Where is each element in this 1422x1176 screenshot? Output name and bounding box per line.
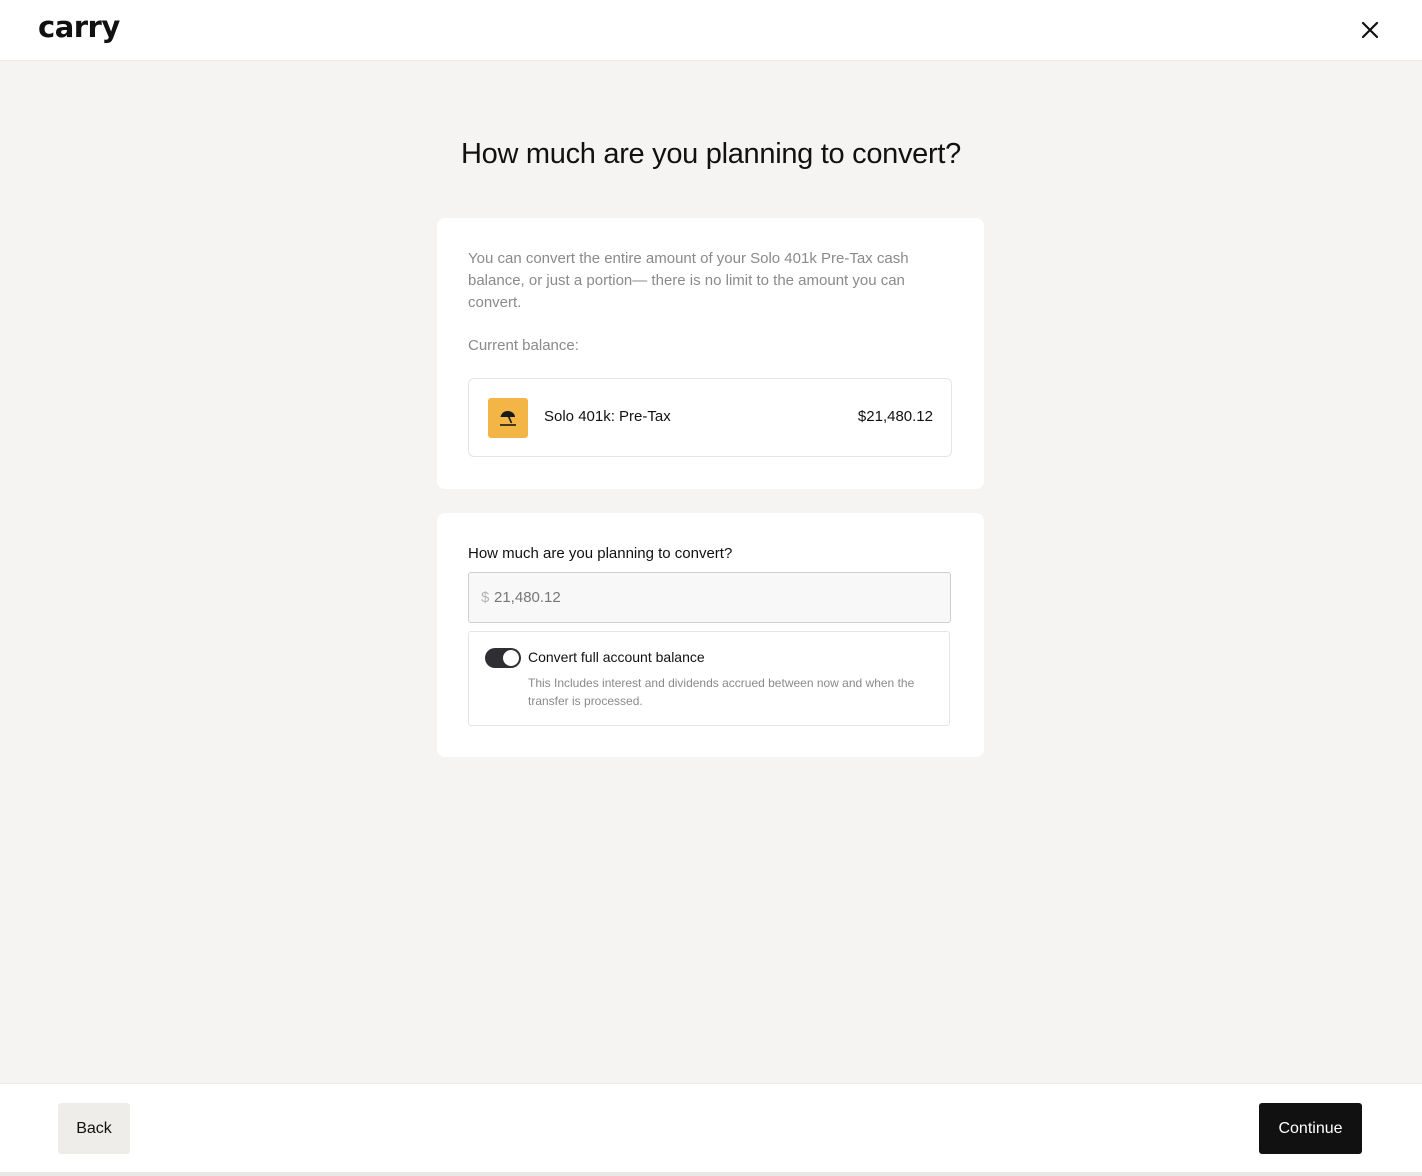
account-name: Solo 401k: Pre-Tax xyxy=(544,408,671,425)
full-balance-toggle-label[interactable]: Convert full account balance xyxy=(528,649,705,665)
convert-amount-field[interactable]: $ xyxy=(468,572,951,623)
full-balance-option: Convert full account balance This Includ… xyxy=(468,631,950,726)
current-balance-label: Current balance: xyxy=(468,337,579,354)
footer-bar: Back Continue xyxy=(0,1083,1422,1172)
convert-amount-card: How much are you planning to convert? $ … xyxy=(437,513,984,757)
full-balance-toggle[interactable] xyxy=(485,648,521,668)
close-button[interactable] xyxy=(1356,16,1384,44)
bottom-divider xyxy=(0,1172,1422,1176)
continue-button[interactable]: Continue xyxy=(1259,1103,1362,1154)
back-button[interactable]: Back xyxy=(58,1103,130,1154)
full-balance-help-text: This Includes interest and dividends acc… xyxy=(528,676,915,708)
conversion-description: You can convert the entire amount of you… xyxy=(468,250,909,311)
toggle-knob xyxy=(503,650,519,666)
beach-umbrella-icon xyxy=(500,411,516,426)
page-title: How much are you planning to convert? xyxy=(461,138,961,170)
current-balance-card: You can convert the entire amount of you… xyxy=(437,218,984,489)
convert-amount-label: How much are you planning to convert? xyxy=(468,545,733,562)
top-bar: carry xyxy=(0,0,1422,61)
close-icon xyxy=(1361,21,1379,39)
convert-amount-input[interactable] xyxy=(494,573,934,622)
account-balance-amount: $21,480.12 xyxy=(857,408,933,425)
carry-logo[interactable]: carry xyxy=(38,10,120,44)
account-icon-tile xyxy=(488,398,528,438)
currency-symbol: $ xyxy=(481,589,490,606)
account-row: Solo 401k: Pre-Tax $21,480.12 xyxy=(468,378,952,457)
